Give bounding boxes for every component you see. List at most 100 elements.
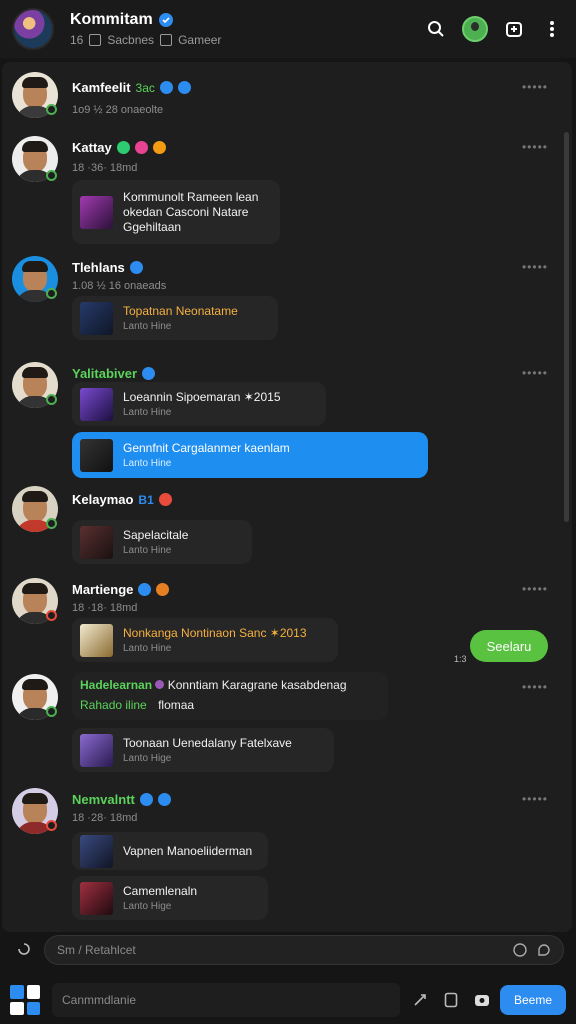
category-label: Gameer	[178, 33, 222, 47]
comment-input[interactable]: Sm / Retahlcet	[44, 935, 564, 965]
sparkle-icon[interactable]	[412, 992, 428, 1008]
attach-icon	[18, 943, 30, 955]
post-header-card[interactable]: Hadelearnan Konntiam Karagrane kasabdena…	[72, 672, 388, 720]
message-input[interactable]: Canmmdlanie	[52, 983, 400, 1017]
header-text: Kommitam 16 Sacbnes Gameer	[70, 11, 424, 47]
status-dot	[46, 288, 57, 299]
post-card[interactable]: Topatnan Neonatame Lanto Hine	[72, 296, 278, 340]
card-text: Camemlenaln	[123, 884, 198, 898]
card-subtext: Lanto Hige	[123, 753, 172, 764]
verified-badge-icon	[159, 81, 173, 94]
card-subtext: Lanto Hine	[123, 321, 172, 332]
group-icon	[89, 34, 102, 46]
card-subtext: Lanto Hine	[123, 545, 172, 556]
verified-badge-icon	[129, 261, 143, 274]
post-card[interactable]: Loeannin Sipoemaran ✶2015 Lanto Hine	[72, 382, 326, 426]
scrollbar[interactable]	[564, 132, 569, 522]
emoji-picker-icon[interactable]	[513, 943, 527, 957]
status-dot	[46, 610, 57, 621]
status-dot	[46, 820, 57, 831]
more-options-button[interactable]	[540, 17, 564, 41]
post-card[interactable]: Toonaan Uenedalany Fatelxave Lanto Hige	[72, 728, 334, 772]
post-meta: 18 ·36· 18md	[72, 162, 138, 174]
header-actions	[424, 16, 564, 42]
post-author[interactable]: Nemvalntt	[72, 792, 171, 807]
community-subtitle: 16 Sacbnes Gameer	[70, 33, 424, 47]
card-subtext: Lanto Hine	[123, 458, 172, 469]
card-thumbnail	[80, 623, 113, 657]
card-text: Topatnan Neonatame	[123, 304, 238, 318]
highlighted-post-card[interactable]: Gennfnit Cargalanmer kaenlam Lanto Hine	[72, 432, 428, 478]
search-icon	[428, 21, 444, 37]
member-count: 16	[70, 33, 84, 47]
bottom-tools	[412, 992, 490, 1008]
post-author[interactable]: Kattay	[72, 140, 166, 155]
reply-pill-button[interactable]: Seelaru	[470, 630, 548, 662]
post-meta: Rahado iline flomaa	[80, 698, 195, 712]
profile-avatar-button[interactable]	[462, 16, 488, 42]
post-author[interactable]: Kelaymao B1	[72, 492, 172, 507]
document-icon[interactable]	[444, 992, 458, 1008]
bottom-bar: Canmmdlanie Beeme	[0, 976, 576, 1024]
purple-badge-icon	[155, 680, 165, 689]
post-menu-icon[interactable]: •••••	[522, 680, 548, 694]
post-author[interactable]: Yalitabiver	[72, 366, 156, 381]
card-subtext: Lanto Hine	[123, 407, 172, 418]
composer-bar: Sm / Retahlcet	[10, 934, 564, 966]
camera-icon[interactable]	[474, 992, 490, 1008]
post-menu-icon[interactable]: •••••	[522, 80, 548, 94]
reply-pill-time: 1:3	[454, 654, 467, 664]
post-author[interactable]: Kamfeelit 3ac	[72, 80, 191, 95]
post-meta: 18 ·18· 18md	[72, 602, 138, 614]
section-label: Sacbnes	[107, 33, 155, 47]
post-menu-icon[interactable]: •••••	[522, 260, 548, 274]
post-menu-icon[interactable]: •••••	[522, 582, 548, 596]
more-vertical-icon	[550, 21, 554, 37]
verified-icon	[158, 13, 173, 27]
post-card[interactable]: Vapnen Manoeliiderman	[72, 832, 268, 870]
card-text: Kommunolt Rameen lean okedan Casconi Nat…	[123, 189, 259, 234]
card-thumbnail	[80, 525, 113, 559]
send-button[interactable]: Beeme	[500, 985, 566, 1015]
search-button[interactable]	[424, 17, 448, 41]
card-thumbnail	[80, 301, 113, 335]
author-tag: 3ac	[135, 80, 155, 95]
header: Kommitam 16 Sacbnes Gameer	[0, 0, 576, 58]
post-menu-icon[interactable]: •••••	[522, 792, 548, 806]
post-card[interactable]: Sapelacitale Lanto Hine	[72, 520, 252, 564]
post-menu-icon[interactable]: •••••	[522, 140, 548, 154]
card-text: Vapnen Manoeliiderman	[123, 843, 253, 858]
card-text: Nonkanga Nontinaon Sanc ✶2013	[123, 626, 307, 640]
verified-badge-icon	[138, 583, 152, 596]
post-card[interactable]: Nonkanga Nontinaon Sanc ✶2013 Lanto Hine	[72, 618, 338, 662]
post-meta: 18 ·28· 18md	[72, 812, 138, 824]
sticker-icon[interactable]	[537, 943, 551, 957]
green-badge-icon	[116, 141, 130, 154]
post-card[interactable]: Kommunolt Rameen lean okedan Casconi Nat…	[72, 180, 280, 244]
post-menu-icon[interactable]: •••••	[522, 366, 548, 380]
post-card[interactable]: Camemlenaln Lanto Hige	[72, 876, 268, 920]
card-thumbnail	[80, 438, 113, 472]
game-icon	[160, 34, 173, 46]
community-title: Kommitam	[70, 11, 424, 29]
verified-badge-icon	[142, 367, 156, 380]
emoji-icon	[152, 141, 166, 154]
community-avatar[interactable]	[12, 8, 54, 50]
feed-panel: Kamfeelit 3ac 1o9 ½ 28 onaeolte ••••• Ka…	[2, 62, 572, 932]
card-subtext: Lanto Hine	[123, 643, 172, 654]
post-author[interactable]: Martienge	[72, 582, 170, 597]
card-text: Loeannin Sipoemaran ✶2015	[123, 390, 281, 404]
blue-badge-icon	[157, 793, 171, 806]
post-meta: 1.08 ½ 16 onaeads	[72, 280, 167, 292]
card-thumbnail	[80, 733, 113, 767]
card-thumbnail	[80, 387, 113, 421]
status-dot	[46, 706, 57, 717]
app-grid-icon[interactable]	[10, 985, 40, 1015]
post-author[interactable]: Tlehlans	[72, 260, 143, 275]
community-title-text: Kommitam	[70, 11, 153, 28]
status-dot	[46, 104, 57, 115]
post-meta: 1o9 ½ 28 onaeolte	[72, 104, 164, 116]
attach-button[interactable]	[10, 936, 38, 964]
share-button[interactable]	[502, 17, 526, 41]
app-window: Kommitam 16 Sacbnes Gameer Kamfeelit 3ac…	[0, 0, 576, 1024]
